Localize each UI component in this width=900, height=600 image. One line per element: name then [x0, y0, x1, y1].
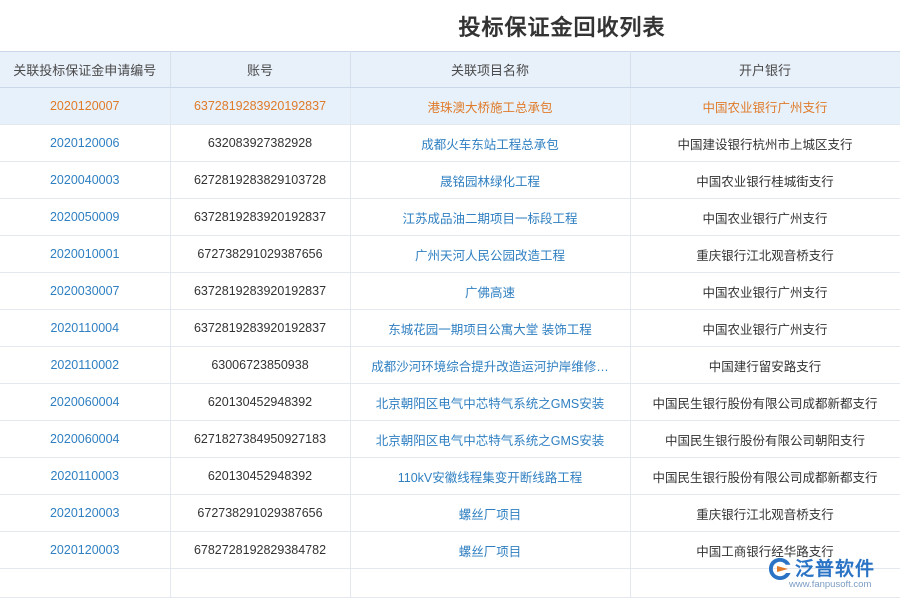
cell-bank: 中国建设银行杭州市上城区支行 [630, 125, 900, 162]
cell-project-name[interactable]: 成都火车东站工程总承包 [350, 125, 630, 162]
cell-bank: 中国建行留安路支行 [630, 347, 900, 384]
cell-account: 63006723850938 [170, 347, 350, 384]
column-header-application-code[interactable]: 关联投标保证金申请编号 [0, 52, 170, 88]
cell-account: 620130452948392 [170, 384, 350, 421]
cell-application-code[interactable]: 2020030007 [0, 273, 170, 310]
cell-account: 620130452948392 [170, 458, 350, 495]
cell-account: 672738291029387656 [170, 495, 350, 532]
table-row[interactable]: 202011000263006723850938成都沙河环境综合提升改造运河护岸… [0, 347, 900, 384]
cell-project-name[interactable]: 110kV安徽线程集变开断线路工程 [350, 458, 630, 495]
cell-application-code[interactable]: 2020060004 [0, 384, 170, 421]
cell-project-name[interactable]: 成都沙河环境综合提升改造运河护岸维修… [350, 347, 630, 384]
cell-project-name[interactable]: 北京朝阳区电气中芯特气系统之GMS安装 [350, 421, 630, 458]
cell-project-name[interactable]: 北京朝阳区电气中芯特气系统之GMS安装 [350, 384, 630, 421]
empty-cell [350, 569, 630, 598]
cell-account: 6372819283920192837 [170, 88, 350, 125]
cell-bank: 中国农业银行广州支行 [630, 310, 900, 347]
cell-application-code[interactable]: 2020050009 [0, 199, 170, 236]
cell-bank: 中国农业银行广州支行 [630, 88, 900, 125]
cell-account: 6271827384950927183 [170, 421, 350, 458]
cell-application-code[interactable]: 2020110003 [0, 458, 170, 495]
cell-project-name[interactable]: 螺丝厂项目 [350, 532, 630, 569]
empty-cell [0, 569, 170, 598]
cell-application-code[interactable]: 2020120006 [0, 125, 170, 162]
table-row[interactable]: 20200400036272819283829103728晟铭园林绿化工程中国农… [0, 162, 900, 199]
table-row[interactable]: 20200300076372819283920192837广佛高速中国农业银行广… [0, 273, 900, 310]
cell-account: 6782728192829384782 [170, 532, 350, 569]
brand-url: www.fanpusoft.com [789, 579, 871, 590]
cell-project-name[interactable]: 广佛高速 [350, 273, 630, 310]
column-header-project-name[interactable]: 关联项目名称 [350, 52, 630, 88]
cell-bank: 中国民生银行股份有限公司成都新都支行 [630, 384, 900, 421]
deposit-recovery-table: 关联投标保证金申请编号 账号 关联项目名称 开户银行 2020120007637… [0, 51, 900, 598]
cell-application-code[interactable]: 2020120003 [0, 495, 170, 532]
page: 投标保证金回收列表 关联投标保证金申请编号 账号 关联项目名称 开户银行 202… [0, 0, 900, 600]
cell-bank: 中国民生银行股份有限公司成都新都支行 [630, 458, 900, 495]
cell-application-code[interactable]: 2020040003 [0, 162, 170, 199]
table-row[interactable]: 20200600046271827384950927183北京朝阳区电气中芯特气… [0, 421, 900, 458]
cell-application-code[interactable]: 2020110002 [0, 347, 170, 384]
cell-bank: 重庆银行江北观音桥支行 [630, 495, 900, 532]
table-row[interactable]: 2020110003620130452948392110kV安徽线程集变开断线路… [0, 458, 900, 495]
table-body: 20201200076372819283920192837港珠澳大桥施工总承包中… [0, 88, 900, 598]
cell-application-code[interactable]: 2020060004 [0, 421, 170, 458]
column-header-account[interactable]: 账号 [170, 52, 350, 88]
cell-project-name[interactable]: 港珠澳大桥施工总承包 [350, 88, 630, 125]
cell-account: 6372819283920192837 [170, 199, 350, 236]
cell-project-name[interactable]: 广州天河人民公园改造工程 [350, 236, 630, 273]
table-row[interactable]: 20201200076372819283920192837港珠澳大桥施工总承包中… [0, 88, 900, 125]
cell-application-code[interactable]: 2020010001 [0, 236, 170, 273]
cell-application-code[interactable]: 2020120003 [0, 532, 170, 569]
column-header-bank[interactable]: 开户银行 [630, 52, 900, 88]
table-row[interactable]: 2020010001672738291029387656广州天河人民公园改造工程… [0, 236, 900, 273]
cell-account: 6372819283920192837 [170, 310, 350, 347]
table-row[interactable]: 2020060004620130452948392北京朝阳区电气中芯特气系统之G… [0, 384, 900, 421]
cell-project-name[interactable]: 晟铭园林绿化工程 [350, 162, 630, 199]
cell-bank: 中国农业银行广州支行 [630, 273, 900, 310]
table-row[interactable]: 2020120006632083927382928成都火车东站工程总承包中国建设… [0, 125, 900, 162]
cell-project-name[interactable]: 螺丝厂项目 [350, 495, 630, 532]
cell-bank: 中国民生银行股份有限公司朝阳支行 [630, 421, 900, 458]
cell-application-code[interactable]: 2020110004 [0, 310, 170, 347]
cell-bank: 中国农业银行广州支行 [630, 199, 900, 236]
cell-account: 6272819283829103728 [170, 162, 350, 199]
table-header-row: 关联投标保证金申请编号 账号 关联项目名称 开户银行 [0, 52, 900, 88]
table-row[interactable]: 20200500096372819283920192837江苏成品油二期项目一标… [0, 199, 900, 236]
cell-bank: 中国农业银行桂城街支行 [630, 162, 900, 199]
cell-account: 632083927382928 [170, 125, 350, 162]
cell-project-name[interactable]: 东城花园一期项目公寓大堂 装饰工程 [350, 310, 630, 347]
cell-project-name[interactable]: 江苏成品油二期项目一标段工程 [350, 199, 630, 236]
cell-bank: 重庆银行江北观音桥支行 [630, 236, 900, 273]
cell-application-code[interactable]: 2020120007 [0, 88, 170, 125]
brand-watermark: 泛普软件 www.fanpusoft.com [765, 554, 890, 592]
page-title: 投标保证金回收列表 [0, 10, 900, 42]
cell-account: 672738291029387656 [170, 236, 350, 273]
brand-name: 泛普软件 [795, 554, 875, 581]
empty-cell [170, 569, 350, 598]
cell-account: 6372819283920192837 [170, 273, 350, 310]
table-row[interactable]: 2020120003672738291029387656螺丝厂项目重庆银行江北观… [0, 495, 900, 532]
table-row[interactable]: 20201100046372819283920192837东城花园一期项目公寓大… [0, 310, 900, 347]
